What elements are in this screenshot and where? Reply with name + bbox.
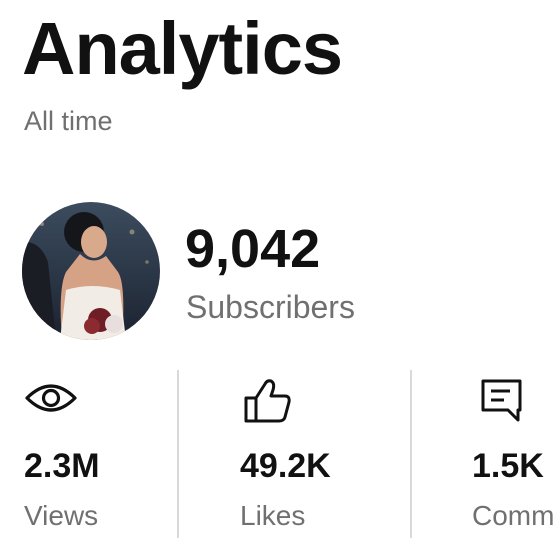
- eye-icon: [24, 378, 78, 423]
- comments-value: 1.5K: [472, 447, 544, 485]
- likes-label: Likes: [240, 500, 306, 531]
- time-range-label[interactable]: All time: [24, 108, 113, 135]
- comment-icon: [480, 378, 524, 429]
- subscriber-label: Subscribers: [186, 289, 355, 325]
- views-label: Views: [24, 500, 99, 531]
- avatar[interactable]: [22, 202, 160, 340]
- stat-divider: [177, 370, 179, 538]
- stat-divider: [410, 370, 412, 538]
- likes-value: 49.2K: [240, 447, 331, 485]
- page-title: Analytics: [22, 7, 343, 90]
- views-value: 2.3M: [24, 447, 100, 485]
- thumbs-up-icon: [243, 378, 293, 429]
- comments-label: Comm: [472, 500, 555, 531]
- subscriber-count: 9,042: [185, 219, 321, 279]
